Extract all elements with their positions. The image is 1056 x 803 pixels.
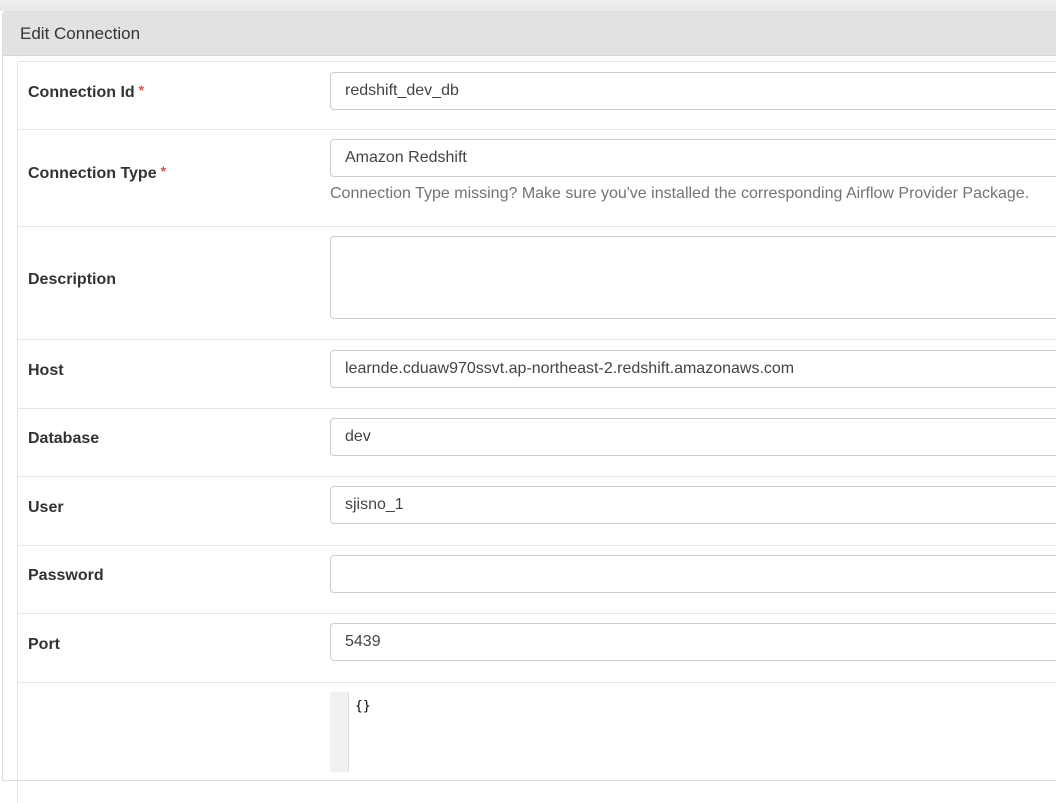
row-database: Database (18, 409, 1056, 477)
row-description: Description (18, 227, 1056, 340)
port-input[interactable] (330, 623, 1056, 661)
connection-form: Connection Id* Connection Type* Connecti… (17, 61, 1056, 803)
top-strip (0, 0, 1056, 11)
extra-editor-gutter (330, 692, 349, 772)
user-input[interactable] (330, 486, 1056, 524)
description-label: Description (28, 271, 117, 288)
database-label: Database (28, 430, 100, 447)
panel-title: Edit Connection (3, 12, 1056, 56)
extra-json-editor[interactable]: {} (355, 699, 371, 714)
row-user: User (18, 477, 1056, 546)
password-input[interactable] (330, 555, 1056, 593)
row-host: Host (18, 340, 1056, 409)
connection-type-select[interactable] (330, 139, 1056, 177)
row-connection-id: Connection Id * (18, 62, 1056, 130)
row-connection-type: Connection Type* Connection Type missing… (18, 130, 1056, 227)
host-input[interactable] (330, 350, 1056, 388)
connection-type-help: Connection Type missing? Make sure you'v… (330, 185, 1030, 202)
row-extra: {} (18, 683, 1056, 803)
connection-type-label: Connection Type * (28, 163, 167, 183)
connection-type-label-text: Connection Type (28, 165, 157, 182)
host-label: Host (28, 362, 64, 379)
user-label: User (28, 499, 64, 516)
connection-id-input[interactable] (330, 72, 1056, 110)
required-marker: * (160, 163, 167, 179)
database-input[interactable] (330, 418, 1056, 456)
connection-id-label: Connection Id * (28, 82, 145, 102)
description-textarea[interactable] (330, 236, 1056, 319)
row-password: Password (18, 546, 1056, 614)
row-port: Port (18, 614, 1056, 683)
required-marker: * (138, 82, 145, 98)
connection-id-label-text: Connection Id (28, 84, 135, 101)
password-label: Password (28, 567, 104, 584)
port-label: Port (28, 636, 60, 653)
